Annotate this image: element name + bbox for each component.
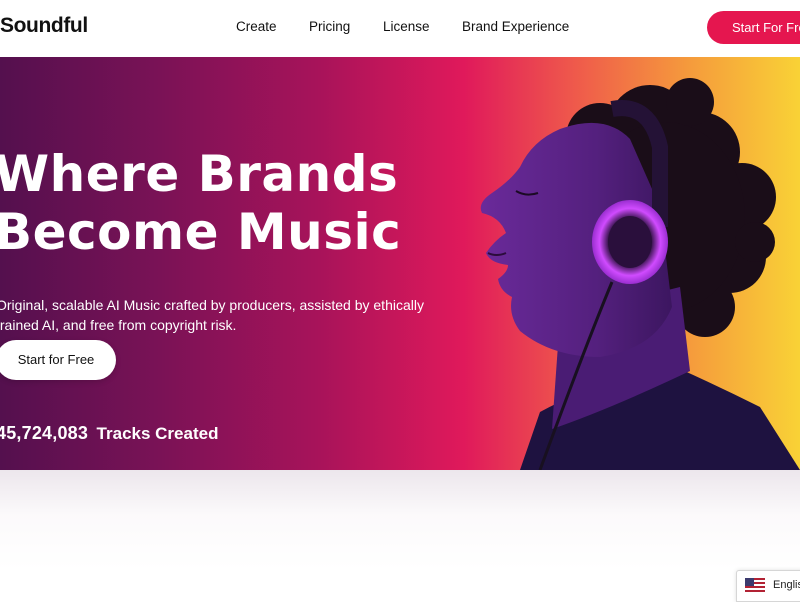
hero-subtitle-line: trained AI, and free from copyright risk… (0, 317, 237, 333)
language-selector[interactable]: English (736, 570, 800, 602)
start-for-free-hero-button[interactable]: Start for Free (0, 340, 116, 380)
hero-subtitle-line: Original, scalable AI Music crafted by p… (0, 297, 424, 313)
site-header: Soundful Create Pricing License Brand Ex… (0, 0, 800, 57)
hero-title-line: Where Brands (0, 145, 399, 203)
nav-create[interactable]: Create (236, 19, 277, 34)
nav-pricing[interactable]: Pricing (309, 19, 350, 34)
us-flag-icon (745, 578, 765, 597)
tracks-count-label: Tracks Created (96, 424, 219, 443)
start-for-free-header-button[interactable]: Start For Free (707, 11, 800, 44)
tracks-count: 45,724,083 (0, 423, 89, 443)
hero-title: Where Brands Become Music (0, 145, 401, 261)
soundful-logo[interactable]: Soundful (0, 14, 88, 38)
nav-brand-experience[interactable]: Brand Experience (462, 19, 569, 34)
hero-subtitle: Original, scalable AI Music crafted by p… (0, 295, 446, 335)
hero-title-line: Become Music (0, 203, 402, 261)
hero-reflection (0, 470, 800, 570)
hero-section: Where Brands Become Music Original, scal… (0, 57, 800, 470)
tracks-counter: 45,724,083 Tracks Created (0, 423, 218, 444)
woman-with-headphones-image (480, 78, 800, 470)
nav-license[interactable]: License (383, 19, 430, 34)
language-label: English (773, 579, 800, 591)
